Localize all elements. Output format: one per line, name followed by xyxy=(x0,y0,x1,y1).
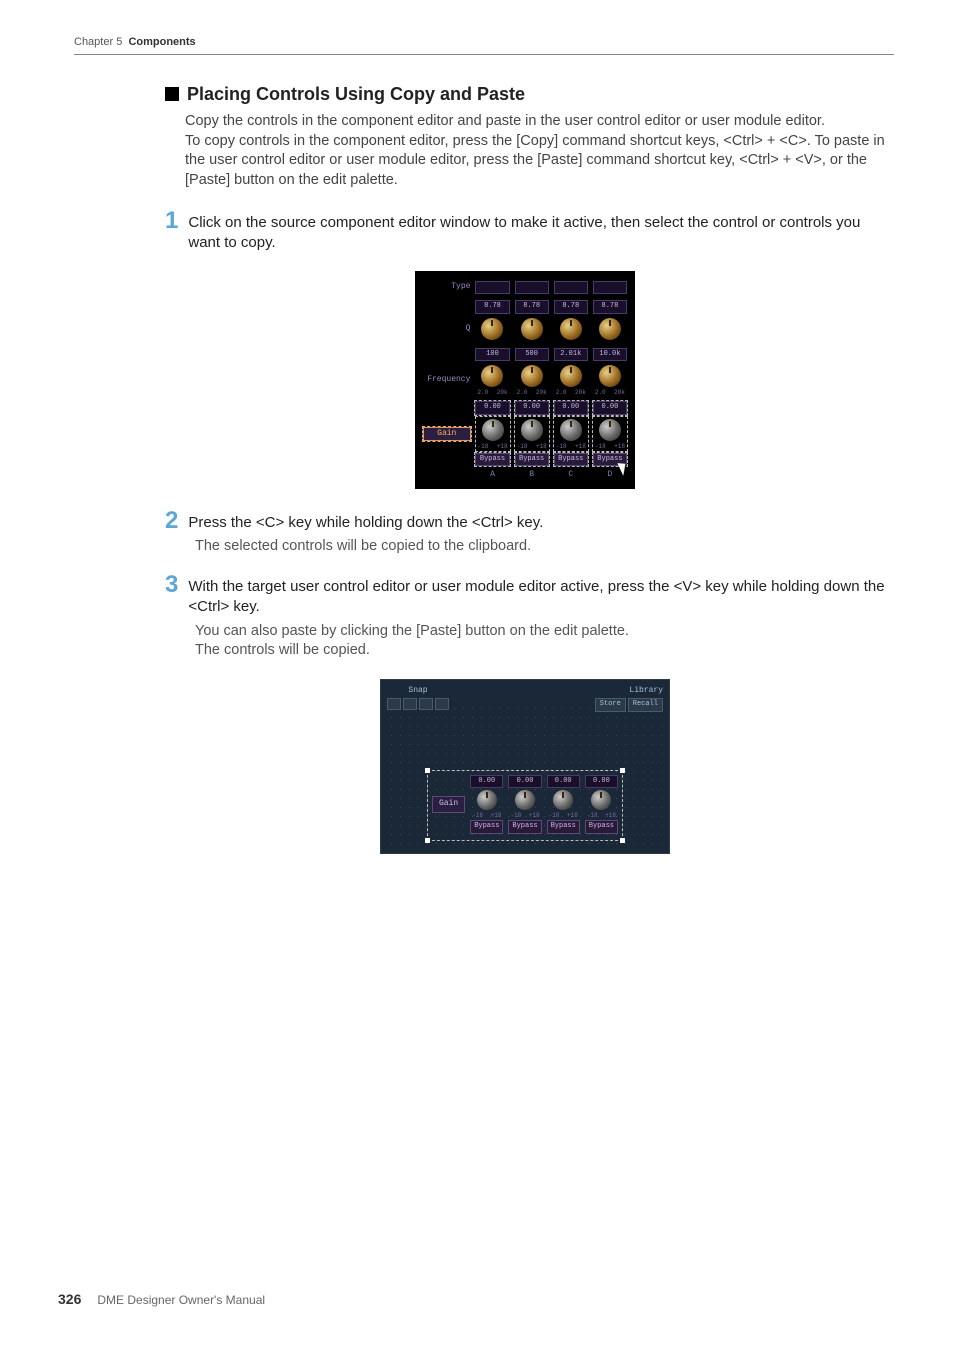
snap-button[interactable] xyxy=(387,698,401,710)
figure-user-control-editor: Snap Library Store Recall xyxy=(380,679,670,854)
snap-button[interactable] xyxy=(435,698,449,710)
pasted-gain-value: 0.00 xyxy=(470,775,503,788)
snap-button[interactable] xyxy=(403,698,417,710)
snap-button[interactable] xyxy=(419,698,433,710)
library-label: Library xyxy=(629,686,663,697)
selection-handle[interactable] xyxy=(425,768,430,773)
row-label-gain: Gain xyxy=(423,427,471,442)
gain-knob[interactable] xyxy=(482,419,504,441)
type-slot xyxy=(475,281,509,294)
step-3-title: With the target user control editor or u… xyxy=(188,575,885,618)
bypass-button-a[interactable]: Bypass xyxy=(475,453,509,466)
row-label-q: Q xyxy=(423,324,470,335)
section-heading: Placing Controls Using Copy and Paste xyxy=(165,82,885,106)
column-a: A xyxy=(475,470,509,481)
manual-title: DME Designer Owner's Manual xyxy=(97,1293,265,1307)
step-number-3: 3 xyxy=(165,573,178,597)
q-knob[interactable] xyxy=(481,318,503,340)
pasted-selection[interactable]: Gain 0.00 -18+18 Bypass 0.00 -18+18 Bypa… xyxy=(427,770,623,841)
gain-value-a: 0.00 xyxy=(475,401,509,414)
step-1-title: Click on the source component editor win… xyxy=(188,211,885,254)
freq-knob[interactable] xyxy=(481,365,503,387)
q-value-a: 8.78 xyxy=(475,300,509,313)
intro-paragraph-1: Copy the controls in the component edito… xyxy=(185,112,885,132)
figure-component-editor: Type 8.78 8.78 8.78 8.78 Q xyxy=(415,271,635,489)
row-label-type: Type xyxy=(423,282,470,293)
recall-button[interactable]: Recall xyxy=(628,698,663,711)
chapter-title: Components xyxy=(128,36,195,48)
intro-paragraph-2: To copy controls in the component editor… xyxy=(185,132,885,191)
pasted-gain-knob[interactable] xyxy=(477,790,497,810)
header-rule xyxy=(74,54,894,55)
page-number: 326 xyxy=(58,1291,81,1307)
section-title-text: Placing Controls Using Copy and Paste xyxy=(187,82,525,106)
step-number-1: 1 xyxy=(165,209,178,233)
step-number-2: 2 xyxy=(165,509,178,533)
freq-value-a: 100 xyxy=(475,348,509,361)
step-2-body: The selected controls will be copied to … xyxy=(195,537,885,557)
step-2-title: Press the <C> key while holding down the… xyxy=(188,511,543,533)
row-label-frequency: Frequency xyxy=(423,375,470,386)
snap-label: Snap xyxy=(387,686,449,697)
store-button[interactable]: Store xyxy=(595,698,626,711)
gain-label: Gain xyxy=(432,796,465,813)
pasted-bypass-button[interactable]: Bypass xyxy=(470,820,503,833)
step-3-body: You can also paste by clicking the [Past… xyxy=(195,622,885,661)
chapter-number: Chapter 5 xyxy=(74,36,122,48)
chapter-breadcrumb: Chapter 5 Components xyxy=(74,36,894,54)
